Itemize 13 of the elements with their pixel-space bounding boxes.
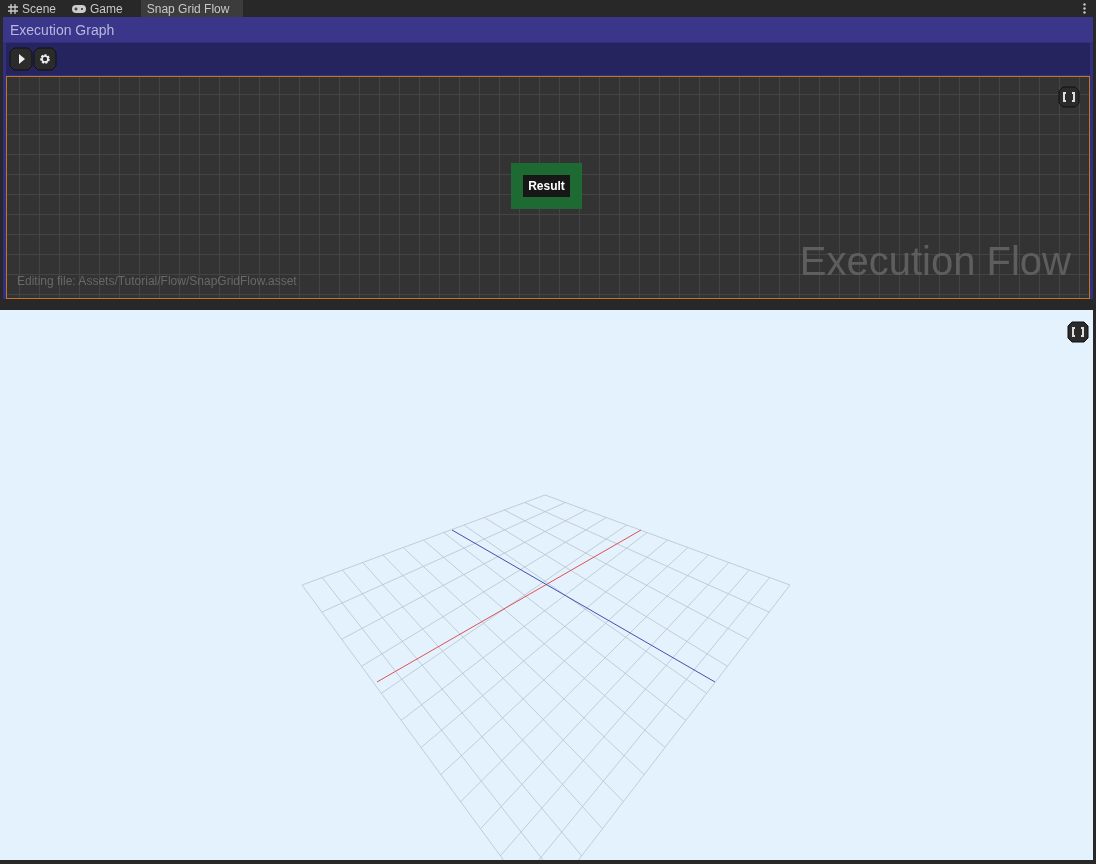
maximize-icon[interactable]	[1058, 86, 1080, 108]
tab[interactable]: Game	[64, 0, 131, 17]
grid-icon	[8, 3, 18, 14]
window-title: Execution Graph	[3, 17, 1093, 42]
node-label: Result	[523, 175, 570, 197]
graph-node[interactable]: Result	[511, 163, 582, 209]
maximize-icon[interactable]	[1067, 321, 1089, 343]
settings-icon[interactable]	[33, 47, 57, 71]
gamepad-icon	[72, 4, 87, 13]
tab[interactable]: Scene	[0, 0, 65, 17]
more-options-icon[interactable]	[1083, 3, 1086, 14]
tab[interactable]: Snap Grid Flow	[140, 0, 244, 17]
play-icon[interactable]	[9, 47, 33, 71]
